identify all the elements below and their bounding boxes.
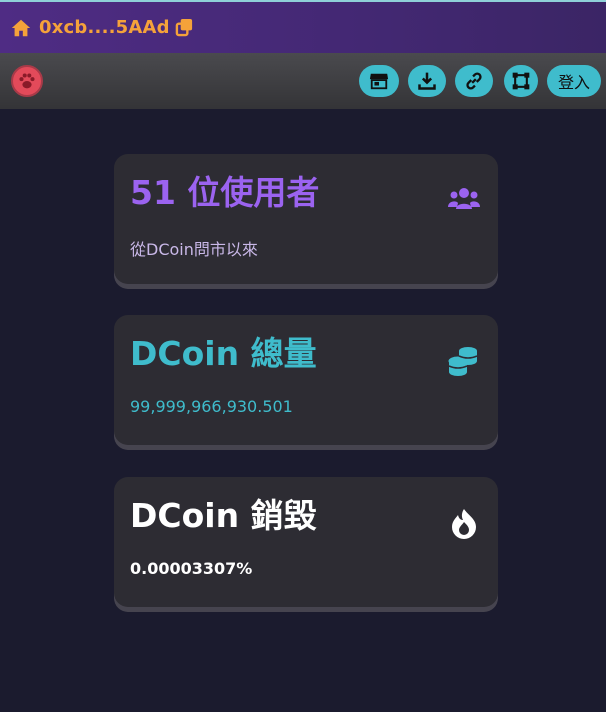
burn-percentage: 0.00003307% (130, 559, 253, 578)
store-icon (368, 71, 390, 91)
top-address-bar: 0xcb....5AAd (0, 0, 606, 53)
burn-card: DCoin 銷毀 0.00003307% (114, 477, 498, 607)
link-icon (463, 70, 485, 92)
users-subtitle: 從DCoin問市以來 (130, 240, 258, 259)
expand-button[interactable] (504, 65, 538, 97)
total-supply-card: DCoin 總量 99,999,966,930.501 (114, 315, 498, 445)
login-button[interactable]: 登入 (547, 65, 601, 97)
burn-title: DCoin 銷毀 (130, 496, 317, 535)
toolbar: 登入 (0, 53, 606, 109)
paw-icon[interactable] (11, 65, 43, 97)
link-button[interactable] (455, 65, 493, 97)
total-supply-title: DCoin 總量 (130, 334, 317, 373)
fire-icon (446, 505, 482, 541)
expand-icon (511, 71, 531, 91)
wallet-address: 0xcb....5AAd (39, 17, 170, 38)
download-button[interactable] (408, 65, 446, 97)
users-card: 51 位使用者 從DCoin問市以來 (114, 154, 498, 284)
store-button[interactable] (359, 65, 399, 97)
total-supply-value: 99,999,966,930.501 (130, 397, 293, 416)
copy-icon[interactable] (175, 18, 194, 37)
coins-icon (446, 343, 482, 379)
download-icon (417, 71, 437, 91)
users-icon (446, 182, 482, 218)
home-icon[interactable] (10, 17, 32, 39)
users-count-title: 51 位使用者 (130, 173, 320, 212)
